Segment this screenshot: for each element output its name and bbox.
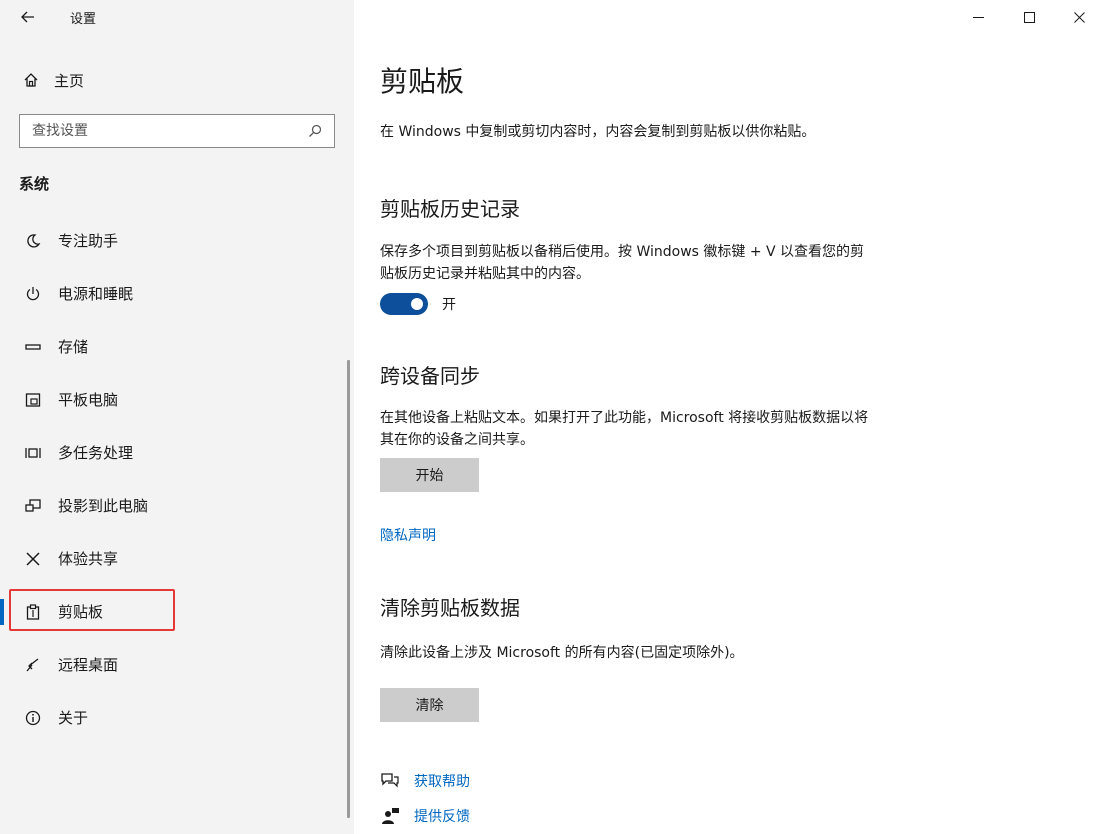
intro-text: 在 Windows 中复制或剪切内容时，内容会复制到剪贴板以供你粘贴。 <box>380 124 816 140</box>
sidebar-item-multitasking[interactable]: 多任务处理 <box>0 426 347 479</box>
project-icon <box>18 491 48 521</box>
get-help-link[interactable]: 获取帮助 <box>414 771 470 791</box>
sidebar-item-label: 平板电脑 <box>58 391 119 409</box>
remote-desktop-icon <box>18 650 48 680</box>
sidebar-item-label: 投影到此电脑 <box>58 497 149 515</box>
back-arrow-icon <box>21 11 34 23</box>
sidebar-item-label: 体验共享 <box>58 550 119 568</box>
sidebar: 设置 主页 系统 专注助手 <box>0 0 354 834</box>
sidebar-item-label: 关于 <box>58 709 89 727</box>
shared-experiences-icon <box>18 544 48 574</box>
sidebar-item-focus-assist[interactable]: 专注助手 <box>0 214 347 267</box>
nav-list: 专注助手 电源和睡眠 存储 平板电脑 多任务处理 投影到此电脑 体验共享 剪贴板… <box>0 214 347 744</box>
clear-description: 清除此设备上涉及 Microsoft 的所有内容(已固定项除外)。 <box>380 645 744 661</box>
sidebar-item-label: 电源和睡眠 <box>58 285 134 303</box>
toggle-state-label: 开 <box>442 297 456 313</box>
sidebar-item-storage[interactable]: 存储 <box>0 320 347 373</box>
sidebar-item-tablet[interactable]: 平板电脑 <box>0 373 347 426</box>
clipboard-icon <box>18 597 48 627</box>
moon-icon <box>18 226 48 256</box>
sidebar-item-about[interactable]: 关于 <box>0 691 347 744</box>
maximize-icon <box>1023 11 1035 23</box>
multitasking-icon <box>18 438 48 468</box>
history-description: 保存多个项目到剪贴板以备稍后使用。按 Windows 徽标键 + V 以查看您的… <box>380 244 865 282</box>
nav-home-label: 主页 <box>54 71 85 90</box>
history-heading: 剪贴板历史记录 <box>380 197 520 221</box>
search-input[interactable] <box>20 115 300 147</box>
home-icon <box>16 65 46 95</box>
close-icon <box>1073 11 1085 23</box>
storage-icon <box>18 332 48 362</box>
maximize-button[interactable] <box>1006 0 1052 34</box>
toggle-knob <box>411 298 423 310</box>
tablet-icon <box>18 385 48 415</box>
get-help-row[interactable]: 获取帮助 <box>380 769 470 793</box>
minimize-icon <box>972 16 984 18</box>
section-label-system: 系统 <box>19 175 50 193</box>
sidebar-item-clipboard[interactable]: 剪贴板 <box>0 585 347 638</box>
sidebar-item-label: 存储 <box>58 338 89 356</box>
sidebar-item-label: 远程桌面 <box>58 656 119 674</box>
close-button[interactable] <box>1056 0 1102 34</box>
sidebar-item-remote-desktop[interactable]: 远程桌面 <box>0 638 347 691</box>
feedback-row[interactable]: 提供反馈 <box>380 804 470 828</box>
minimize-button[interactable] <box>955 0 1001 34</box>
sidebar-item-label: 多任务处理 <box>58 444 134 462</box>
nav-home[interactable]: 主页 <box>12 64 342 96</box>
feedback-link[interactable]: 提供反馈 <box>414 806 470 826</box>
clipboard-history-toggle[interactable] <box>380 293 428 315</box>
sidebar-scrollbar[interactable] <box>347 360 350 818</box>
power-icon <box>18 279 48 309</box>
feedback-person-icon <box>382 808 399 824</box>
page-title: 剪贴板 <box>380 65 465 98</box>
sync-start-button[interactable]: 开始 <box>380 458 479 492</box>
search-box[interactable] <box>19 114 335 148</box>
sidebar-item-project[interactable]: 投影到此电脑 <box>0 479 347 532</box>
sidebar-item-label: 专注助手 <box>58 232 119 250</box>
clear-button[interactable]: 清除 <box>380 688 479 722</box>
clear-heading: 清除剪贴板数据 <box>380 596 520 620</box>
sync-description: 在其他设备上粘贴文本。如果打开了此功能，Microsoft 将接收剪贴板数据以将… <box>380 410 869 448</box>
sync-heading: 跨设备同步 <box>380 364 480 388</box>
privacy-statement-link[interactable]: 隐私声明 <box>380 525 436 545</box>
sidebar-item-label: 剪贴板 <box>58 603 104 621</box>
help-chat-icon <box>381 773 399 788</box>
back-button[interactable] <box>14 4 42 30</box>
search-icon[interactable] <box>300 116 330 146</box>
sidebar-item-shared-experiences[interactable]: 体验共享 <box>0 532 347 585</box>
info-icon <box>18 703 48 733</box>
sidebar-item-power-sleep[interactable]: 电源和睡眠 <box>0 267 347 320</box>
window-title: 设置 <box>70 12 97 27</box>
